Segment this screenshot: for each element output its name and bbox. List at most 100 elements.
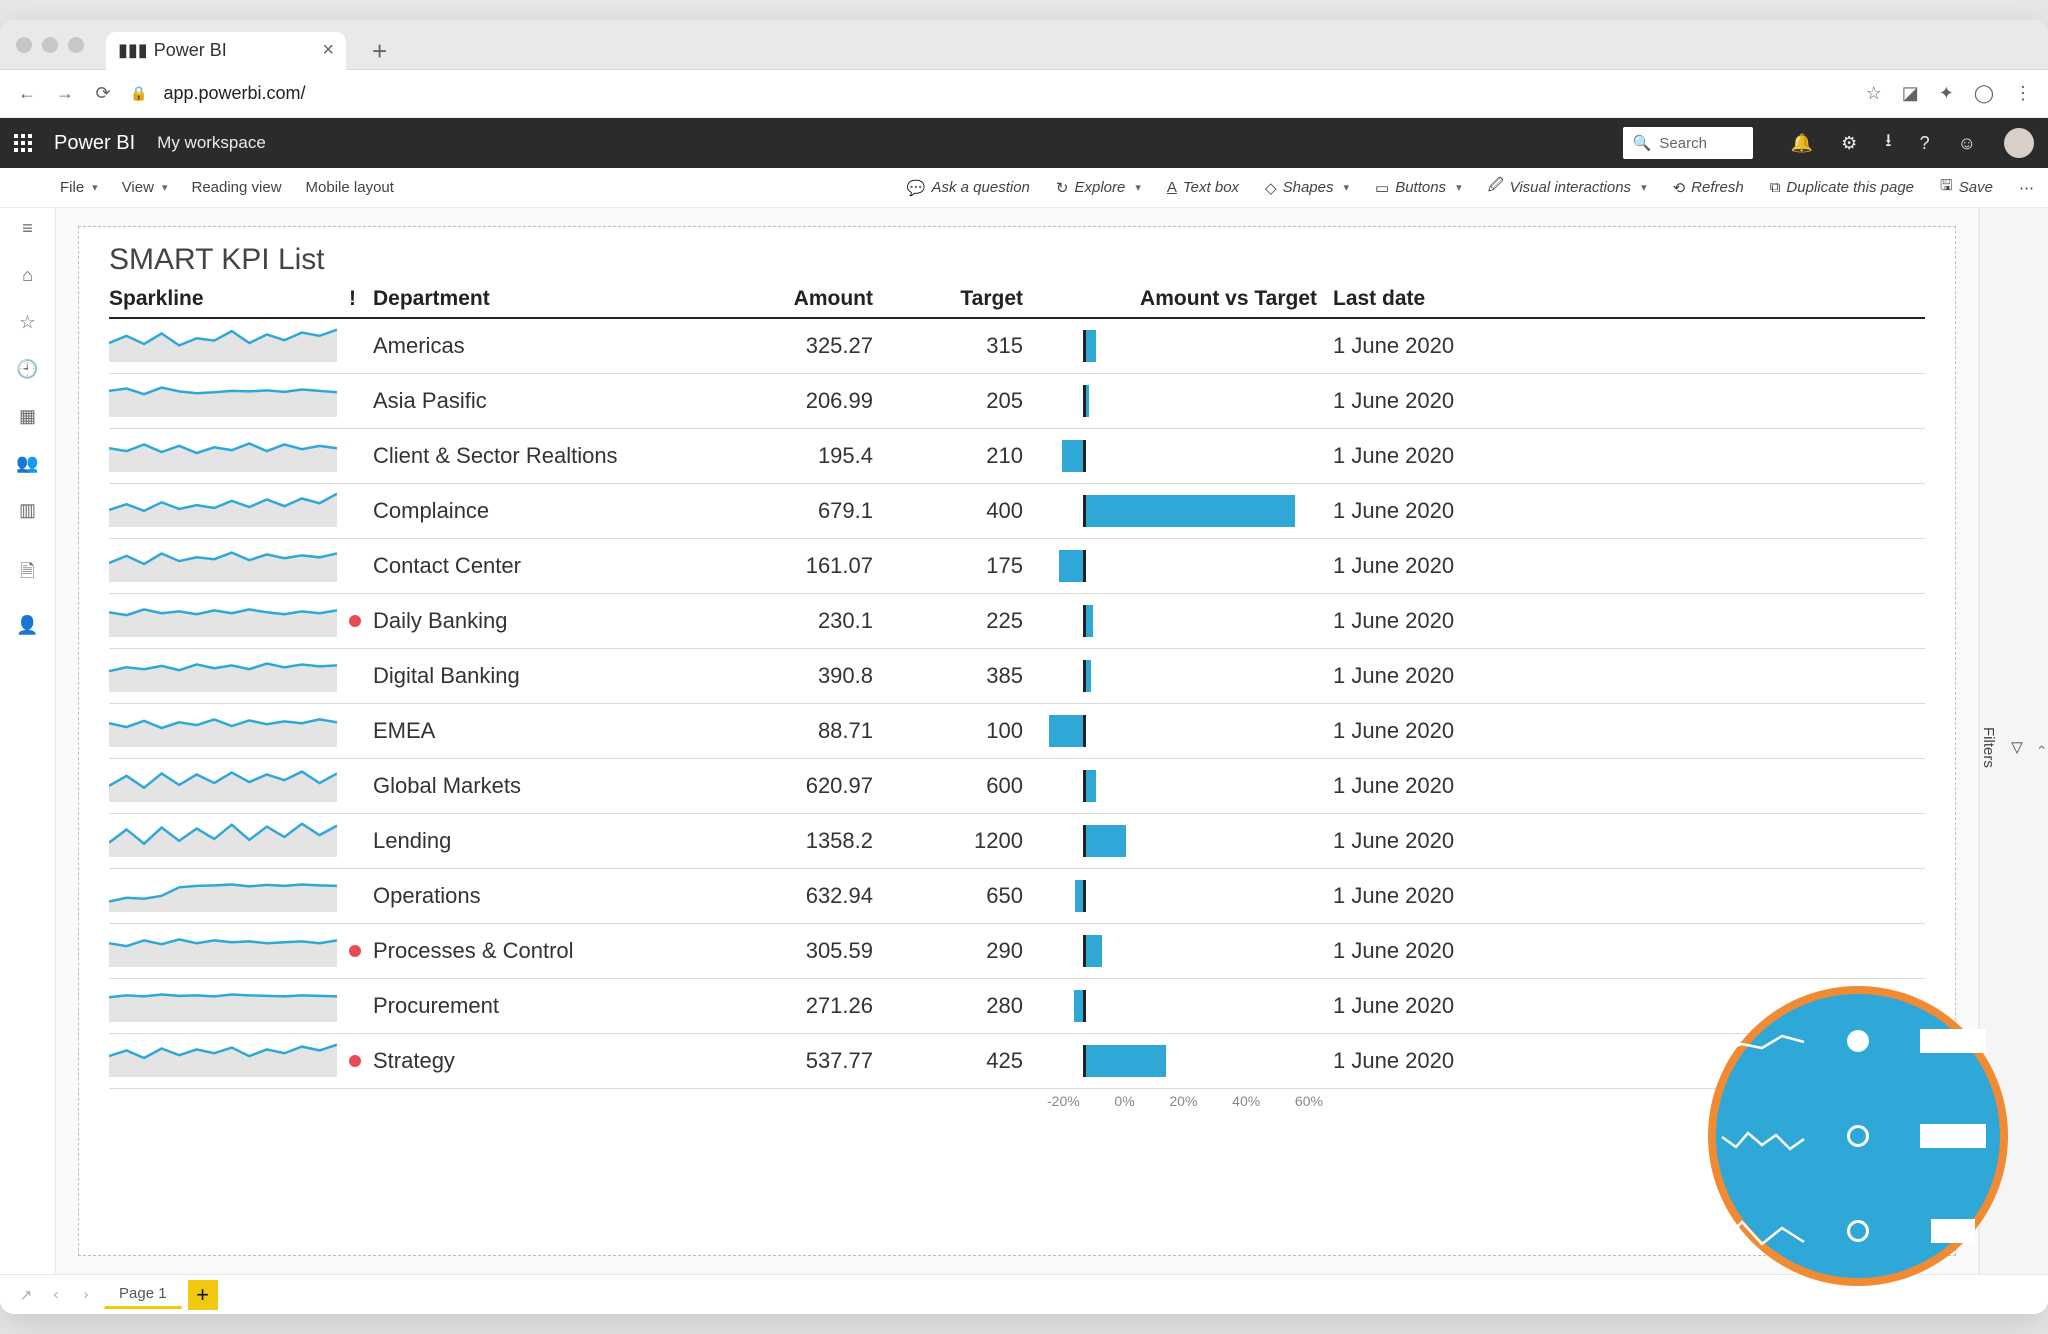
- back-icon[interactable]: ←: [16, 83, 38, 104]
- amount-cell: 161.07: [723, 553, 873, 579]
- table-row[interactable]: Procurement271.262801 June 2020: [109, 979, 1925, 1034]
- visual-interactions-menu[interactable]: 🖉 Visual interactions: [1488, 175, 1647, 200]
- settings-gear-icon[interactable]: ⚙: [1841, 133, 1857, 154]
- url-text[interactable]: app.powerbi.com/: [163, 83, 1849, 104]
- table-row[interactable]: Processes & Control305.592901 June 2020: [109, 924, 1925, 979]
- target-cell: 175: [873, 553, 1023, 579]
- more-options-icon[interactable]: ⋯: [2019, 179, 2034, 197]
- col-vs[interactable]: Amount vs Target: [1023, 287, 1333, 311]
- table-row[interactable]: Americas325.273151 June 2020: [109, 319, 1925, 374]
- marker-fill-icon[interactable]: [1847, 1030, 1869, 1052]
- textbox-button[interactable]: A Text box: [1167, 179, 1239, 196]
- table-row[interactable]: Contact Center161.071751 June 2020: [109, 539, 1925, 594]
- table-row[interactable]: EMEA88.711001 June 2020: [109, 704, 1925, 759]
- ask-question-button[interactable]: 💬 Ask a question: [907, 179, 1030, 197]
- duplicate-page-button[interactable]: ⧉ Duplicate this page: [1770, 179, 1914, 196]
- workspaces-icon[interactable]: ▥: [19, 500, 36, 521]
- amount-cell: 1358.2: [723, 828, 873, 854]
- target-cell: 650: [873, 883, 1023, 909]
- department-cell: Complaince: [373, 498, 723, 524]
- favorites-icon[interactable]: ☆: [19, 312, 35, 333]
- reading-view-button[interactable]: Reading view: [191, 179, 281, 196]
- workspace-label[interactable]: My workspace: [157, 133, 266, 153]
- browser-tab[interactable]: ▮▮▮ Power BI ×: [106, 32, 346, 70]
- shapes-menu[interactable]: ◇ Shapes: [1265, 179, 1349, 197]
- report-canvas[interactable]: SMART KPI List Sparkline ! Department Am…: [78, 226, 1956, 1256]
- marker-outline-icon[interactable]: [1847, 1125, 1869, 1147]
- spark-style-jagged-icon[interactable]: [1718, 1113, 1808, 1159]
- alert-dot-icon: [349, 1055, 361, 1067]
- tab-title: Power BI: [154, 40, 227, 61]
- home-icon[interactable]: ⌂: [22, 265, 33, 286]
- new-tab-button[interactable]: +: [372, 36, 390, 54]
- shared-icon[interactable]: 👥: [16, 453, 38, 474]
- reload-icon[interactable]: ⟳: [92, 83, 114, 104]
- onenote-extension-icon[interactable]: ◪: [1902, 83, 1919, 104]
- apps-icon[interactable]: ▦: [19, 406, 36, 427]
- powerbi-favicon-icon: ▮▮▮: [118, 40, 148, 61]
- table-row[interactable]: Lending1358.212001 June 2020: [109, 814, 1925, 869]
- date-cell: 1 June 2020: [1333, 773, 1533, 799]
- table-row[interactable]: Strategy537.774251 June 2020: [109, 1034, 1925, 1089]
- table-row[interactable]: Asia Pasific206.992051 June 2020: [109, 374, 1925, 429]
- file-menu[interactable]: File: [60, 179, 98, 196]
- profile-icon[interactable]: ◯: [1974, 83, 1994, 104]
- avatar-icon[interactable]: [2004, 128, 2034, 158]
- col-lastdate[interactable]: Last date: [1333, 287, 1533, 311]
- app-launcher-icon[interactable]: [14, 134, 32, 152]
- date-cell: 1 June 2020: [1333, 663, 1533, 689]
- search-input[interactable]: 🔍 Search: [1623, 127, 1753, 159]
- variance-bar: [1023, 986, 1333, 1026]
- bar-medium-icon[interactable]: [1920, 1124, 1986, 1148]
- zoom-traffic-icon[interactable]: [68, 37, 84, 53]
- table-row[interactable]: Global Markets620.976001 June 2020: [109, 759, 1925, 814]
- chrome-menu-icon[interactable]: ⋮: [2014, 83, 2032, 104]
- col-department[interactable]: Department: [373, 287, 723, 311]
- explore-menu[interactable]: ↻ Explore: [1056, 179, 1141, 197]
- myworkspace-icon[interactable]: 🗎: [20, 559, 34, 589]
- feedback-icon[interactable]: ☺: [1958, 133, 1976, 154]
- hamburger-icon[interactable]: ≡: [22, 218, 33, 239]
- tab-close-icon[interactable]: ×: [322, 39, 334, 62]
- recent-icon[interactable]: 🕘: [16, 359, 38, 380]
- star-icon[interactable]: ☆: [1866, 83, 1882, 104]
- page-tab-1[interactable]: Page 1: [104, 1281, 182, 1309]
- table-row[interactable]: Client & Sector Realtions195.42101 June …: [109, 429, 1925, 484]
- col-sparkline[interactable]: Sparkline: [109, 287, 349, 311]
- department-cell: Strategy: [373, 1048, 723, 1074]
- date-cell: 1 June 2020: [1333, 333, 1533, 359]
- table-row[interactable]: Operations632.946501 June 2020: [109, 869, 1925, 924]
- minimize-traffic-icon[interactable]: [42, 37, 58, 53]
- bar-small-icon[interactable]: [1931, 1219, 1975, 1243]
- table-row[interactable]: Complaince679.14001 June 2020: [109, 484, 1925, 539]
- extensions-icon[interactable]: ✦: [1939, 83, 1954, 104]
- date-cell: 1 June 2020: [1333, 993, 1533, 1019]
- add-page-button[interactable]: +: [188, 1280, 218, 1310]
- buttons-menu[interactable]: ▭ Buttons: [1375, 179, 1462, 197]
- notifications-icon[interactable]: 🔔: [1791, 133, 1813, 154]
- view-menu[interactable]: View: [122, 179, 168, 196]
- col-target[interactable]: Target: [873, 287, 1023, 311]
- mobile-layout-button[interactable]: Mobile layout: [306, 179, 394, 196]
- marker-outline-small-icon[interactable]: [1847, 1220, 1869, 1242]
- help-icon[interactable]: ?: [1920, 133, 1930, 154]
- spark-style-smooth-icon[interactable]: [1718, 1018, 1808, 1064]
- spark-style-peaks-icon[interactable]: [1718, 1208, 1808, 1254]
- prev-page-icon[interactable]: ‹: [44, 1286, 68, 1303]
- close-traffic-icon[interactable]: [16, 37, 32, 53]
- table-row[interactable]: Digital Banking390.83851 June 2020: [109, 649, 1925, 704]
- col-alert[interactable]: !: [349, 287, 373, 311]
- brand-label[interactable]: Power BI: [54, 132, 135, 155]
- download-icon[interactable]: ⭳: [1885, 128, 1891, 158]
- forward-icon[interactable]: →: [54, 83, 76, 104]
- alert-dot-icon: [349, 615, 361, 627]
- user-rail-avatar-icon[interactable]: 👤: [16, 615, 38, 636]
- col-amount[interactable]: Amount: [723, 287, 873, 311]
- refresh-button[interactable]: ⟲ Refresh: [1673, 179, 1744, 197]
- bar-wide-icon[interactable]: [1920, 1029, 1986, 1053]
- table-row[interactable]: Daily Banking230.12251 June 2020: [109, 594, 1925, 649]
- next-page-icon[interactable]: ›: [74, 1286, 98, 1303]
- expand-arrow-icon[interactable]: ↗: [14, 1286, 38, 1304]
- powerbi-topbar: Power BI My workspace 🔍 Search 🔔 ⚙ ⭳ ? ☺: [0, 118, 2048, 168]
- save-button[interactable]: 🖫 Save: [1940, 175, 1993, 200]
